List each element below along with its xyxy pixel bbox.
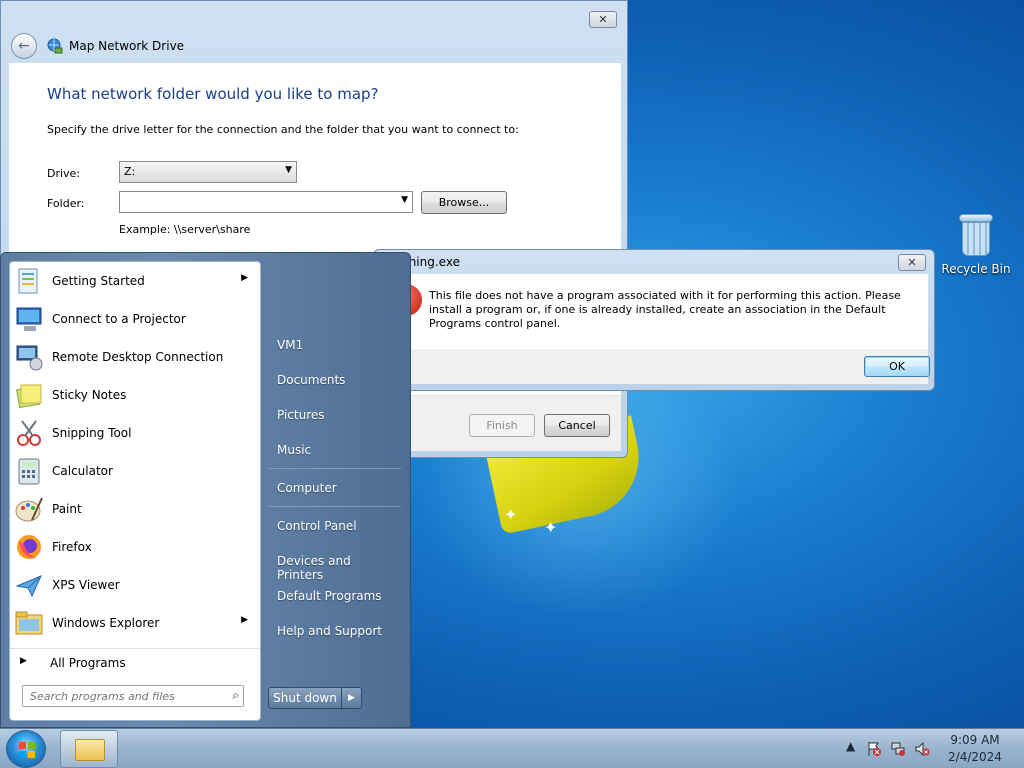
window-title: Map Network Drive <box>69 39 185 53</box>
start-search-box[interactable]: ⌕ <box>22 685 244 707</box>
browse-button[interactable]: Browse... <box>421 191 507 214</box>
paint-icon <box>15 497 43 522</box>
program-label: Connect to a Projector <box>52 312 186 326</box>
show-hidden-icons-chevron-icon[interactable]: ▲ <box>846 739 855 753</box>
system-clock[interactable]: 9:09 AM 2/4/2024 <box>940 732 1010 766</box>
program-label: Snipping Tool <box>52 426 132 440</box>
snipping-tool-icon <box>17 420 41 446</box>
taskbar-windows-explorer[interactable] <box>60 730 118 768</box>
program-label: Sticky Notes <box>52 388 127 402</box>
program-item-remote-desktop[interactable]: Remote Desktop Connection <box>10 338 260 376</box>
triangle-right-icon: ▶ <box>20 656 27 666</box>
dialog-body: ✕ This file does not have a program asso… <box>382 274 928 349</box>
folder-icon <box>15 611 43 635</box>
clock-date: 2/4/2024 <box>948 750 1002 764</box>
menu-separator <box>269 506 401 507</box>
all-programs-label: All Programs <box>50 656 126 670</box>
program-item-paint[interactable]: Paint <box>10 490 260 528</box>
clock-time: 9:09 AM <box>950 733 1000 747</box>
wallpaper-sparkle: ✦ <box>504 505 518 524</box>
instructions-text: Specify the drive letter for the connect… <box>47 123 519 136</box>
dialog-footer: OK <box>382 349 930 384</box>
program-label: Remote Desktop Connection <box>52 350 224 364</box>
folder-combobox[interactable]: ▼ <box>119 191 413 213</box>
program-label: Calculator <box>52 464 113 478</box>
program-item-getting-started[interactable]: Getting Started ▶ <box>10 262 260 300</box>
ok-button[interactable]: OK <box>864 356 930 377</box>
close-button[interactable]: ✕ <box>898 254 926 271</box>
calculator-icon <box>18 458 40 485</box>
network-icon[interactable] <box>890 741 906 757</box>
all-programs-item[interactable]: ▶ All Programs <box>10 648 260 674</box>
network-drive-icon <box>47 38 63 54</box>
drive-select-value: Z: <box>124 165 136 178</box>
program-label: Getting Started <box>52 274 145 288</box>
page-heading: What network folder would you like to ma… <box>47 85 379 103</box>
taskbar: ▲ 9:09 AM 2/4/2024 <box>0 728 1024 768</box>
menu-separator <box>269 468 401 469</box>
back-arrow-icon: ← <box>18 38 30 54</box>
back-button[interactable]: ← <box>11 33 37 59</box>
start-right-item-vm1[interactable]: VM1 <box>269 330 399 360</box>
program-label: Firefox <box>52 540 92 554</box>
action-center-flag-icon[interactable] <box>866 741 882 757</box>
volume-muted-icon[interactable] <box>914 741 930 757</box>
error-message: This file does not have a program associ… <box>429 289 901 330</box>
recycle-bin-icon <box>959 214 993 256</box>
program-item-snipping-tool[interactable]: Snipping Tool <box>10 414 260 452</box>
projector-icon <box>16 307 42 331</box>
start-right-item-pictures[interactable]: Pictures <box>269 400 399 430</box>
start-right-item-music[interactable]: Music <box>269 435 399 465</box>
program-item-connect-projector[interactable]: Connect to a Projector <box>10 300 260 338</box>
program-item-calculator[interactable]: Calculator <box>10 452 260 490</box>
start-button[interactable] <box>6 730 46 768</box>
submenu-arrow-icon: ▶ <box>241 615 248 625</box>
drive-label: Drive: <box>47 167 81 180</box>
xps-viewer-icon <box>15 575 42 598</box>
program-item-firefox[interactable]: Firefox <box>10 528 260 566</box>
finish-button[interactable]: Finish <box>469 414 535 437</box>
folder-icon <box>75 739 105 761</box>
example-text: Example: \\server\share <box>119 223 251 236</box>
remote-desktop-icon <box>16 345 43 371</box>
start-menu-programs-pane: Getting Started ▶ Connect to a Projector… <box>9 261 261 721</box>
program-label: Paint <box>52 502 82 516</box>
chevron-down-icon: ▼ <box>401 195 408 205</box>
cancel-button[interactable]: Cancel <box>544 414 610 437</box>
desktop-icon-recycle-bin[interactable]: Recycle Bin <box>940 214 1012 276</box>
start-right-item-default-programs[interactable]: Default Programs <box>269 581 399 611</box>
start-right-item-help-support[interactable]: Help and Support <box>269 616 399 646</box>
shutdown-options-button[interactable]: ▶ <box>341 687 362 709</box>
sticky-notes-icon <box>16 384 42 409</box>
program-item-windows-explorer[interactable]: Windows Explorer ▶ <box>10 604 260 642</box>
program-item-sticky-notes[interactable]: Sticky Notes <box>10 376 260 414</box>
start-right-item-computer[interactable]: Computer <box>269 473 399 503</box>
start-right-item-devices-printers[interactable]: Devices and Printers <box>269 546 399 582</box>
close-button[interactable]: ✕ <box>589 11 617 28</box>
error-dialog: thing.exe ✕ ✕ This file does not have a … <box>373 249 935 391</box>
start-right-item-control-panel[interactable]: Control Panel <box>269 511 399 541</box>
triangle-right-icon: ▶ <box>348 693 355 703</box>
search-icon[interactable]: ⌕ <box>232 688 239 703</box>
firefox-icon <box>17 535 41 559</box>
start-menu: Getting Started ▶ Connect to a Projector… <box>0 252 411 728</box>
search-input[interactable] <box>23 686 213 706</box>
getting-started-icon <box>18 268 38 294</box>
shutdown-button[interactable]: Shut down <box>268 687 342 709</box>
windows-logo-icon <box>19 742 35 758</box>
drive-select[interactable]: Z: ▼ <box>119 161 297 183</box>
folder-label: Folder: <box>47 197 85 210</box>
chevron-down-icon: ▼ <box>285 165 292 175</box>
program-label: Windows Explorer <box>52 616 160 630</box>
recycle-bin-label: Recycle Bin <box>941 262 1011 276</box>
program-item-xps-viewer[interactable]: XPS Viewer <box>10 566 260 604</box>
program-label: XPS Viewer <box>52 578 120 592</box>
wallpaper-sparkle: ✦ <box>544 518 558 537</box>
submenu-arrow-icon: ▶ <box>241 273 248 283</box>
start-right-item-documents[interactable]: Documents <box>269 365 399 395</box>
dialog-title: thing.exe <box>404 255 460 269</box>
